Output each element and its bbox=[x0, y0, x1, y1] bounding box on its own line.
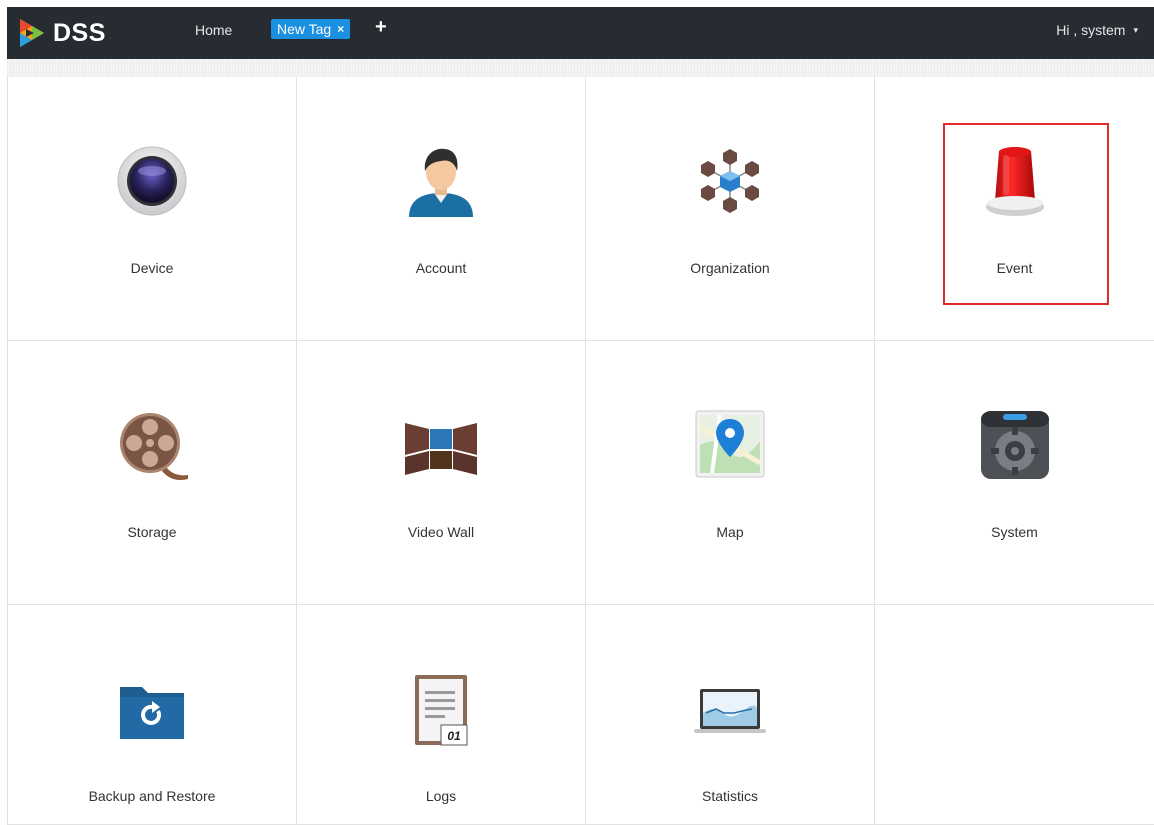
tile-account[interactable]: Account bbox=[297, 77, 586, 341]
logs-date-text: 01 bbox=[447, 729, 461, 743]
tile-label: Logs bbox=[425, 788, 457, 804]
tile-label: Event bbox=[996, 260, 1033, 276]
tile-statistics[interactable]: Statistics bbox=[586, 605, 875, 825]
alarm-siren-icon bbox=[985, 147, 1044, 216]
tile-video-wall[interactable]: Video Wall bbox=[297, 341, 586, 605]
tile-label: Account bbox=[415, 260, 467, 276]
close-icon[interactable]: × bbox=[337, 19, 344, 39]
film-reel-icon bbox=[120, 413, 188, 480]
chevron-down-icon: ▾ bbox=[1133, 24, 1138, 35]
tile-label: Backup and Restore bbox=[88, 788, 216, 804]
video-wall-icon bbox=[405, 423, 477, 475]
tile-label: Map bbox=[716, 524, 744, 540]
tile-device[interactable]: Device bbox=[8, 77, 297, 341]
nav-home-link[interactable]: Home bbox=[195, 22, 232, 38]
logo-text: DSS bbox=[53, 18, 106, 47]
cube-network-icon bbox=[701, 149, 759, 213]
tile-system[interactable]: System bbox=[875, 341, 1154, 605]
logs-calendar-icon: 01 bbox=[415, 675, 468, 746]
tile-backup-and-restore[interactable]: Backup and Restore bbox=[8, 605, 297, 825]
add-tab-icon[interactable]: + bbox=[375, 16, 387, 39]
system-gear-icon bbox=[980, 411, 1049, 479]
map-pin-icon bbox=[695, 410, 765, 478]
tile-logs[interactable]: 01 Logs bbox=[297, 605, 586, 825]
camera-lens-icon bbox=[117, 146, 187, 216]
module-grid: Device Account Organization Event Storag… bbox=[7, 77, 1154, 825]
user-greeting: Hi , system bbox=[1056, 22, 1126, 38]
tile-event[interactable]: Event bbox=[875, 77, 1154, 341]
user-menu[interactable]: Hi , system ▾ bbox=[1056, 22, 1138, 38]
header-divider-strip bbox=[7, 59, 1154, 77]
tile-label: System bbox=[991, 524, 1038, 540]
tile-label: Statistics bbox=[701, 788, 758, 804]
tile-label: Organization bbox=[690, 260, 770, 276]
tile-label: Storage bbox=[127, 524, 177, 540]
tile-organization[interactable]: Organization bbox=[586, 77, 875, 341]
top-navigation-bar: DSS Home New Tag × + Hi , system ▾ bbox=[7, 7, 1154, 59]
tile-label: Video Wall bbox=[407, 524, 475, 540]
backup-folder-icon bbox=[120, 687, 184, 739]
statistics-monitor-icon bbox=[694, 689, 766, 733]
tile-map[interactable]: Map bbox=[586, 341, 875, 605]
tile-storage[interactable]: Storage bbox=[8, 341, 297, 605]
dss-logo-icon bbox=[20, 19, 44, 47]
tab-new-tag[interactable]: New Tag × bbox=[271, 19, 351, 39]
dss-logo[interactable]: DSS bbox=[17, 15, 106, 51]
tab-label: New Tag bbox=[277, 21, 332, 37]
user-avatar-icon bbox=[409, 148, 473, 217]
tile-label: Device bbox=[130, 260, 174, 276]
tile-empty bbox=[875, 605, 1154, 825]
